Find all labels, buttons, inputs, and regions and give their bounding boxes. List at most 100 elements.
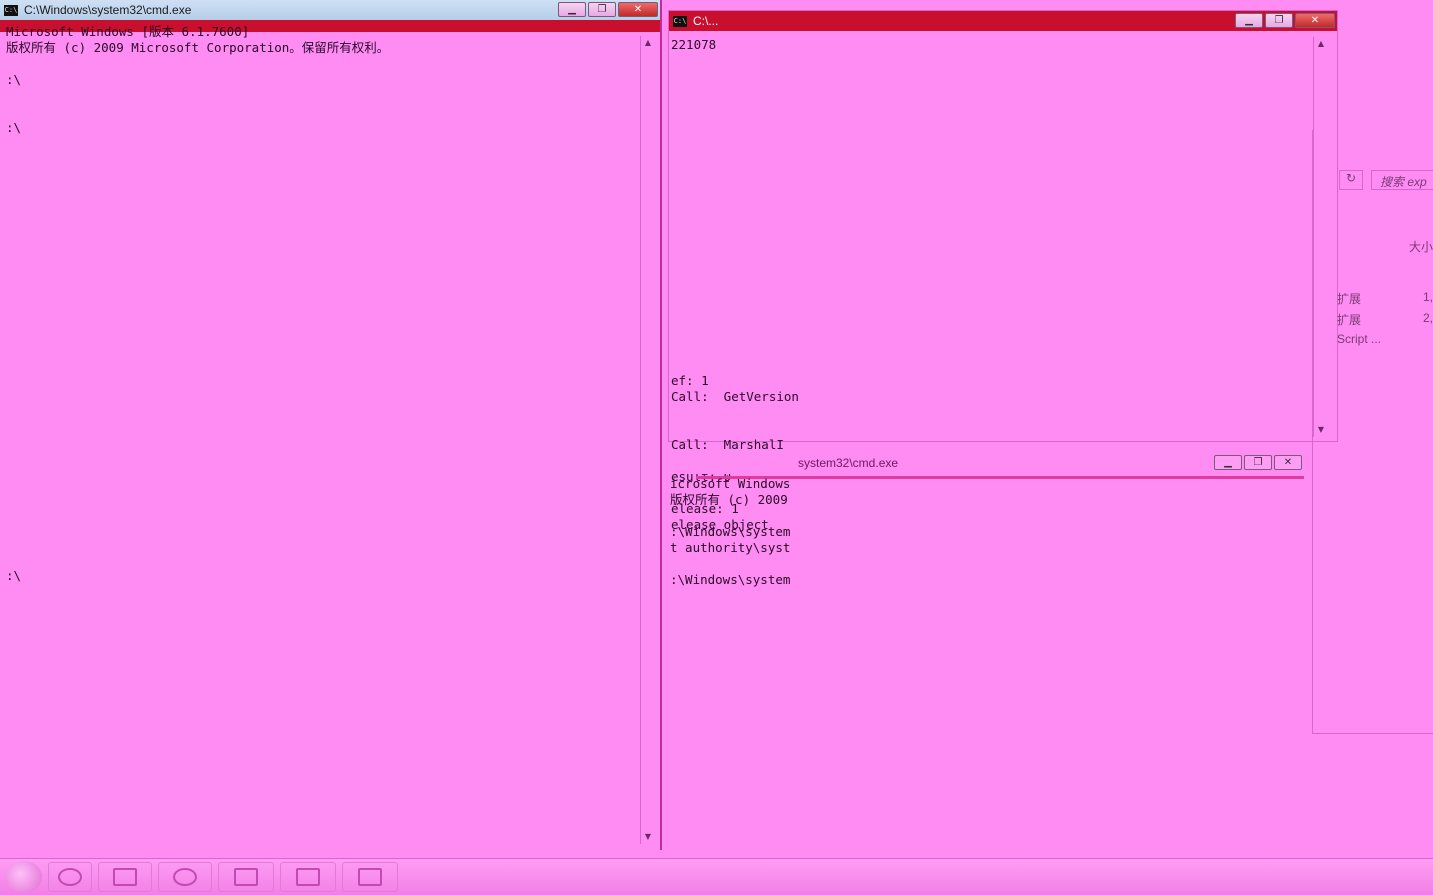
- console-line: :\Windows\system: [670, 524, 791, 539]
- console-output[interactable]: icrosoft Windows 版权所有 (c) 2009 :\Windows\s…: [670, 476, 1290, 846]
- cmd-icon: [234, 868, 258, 886]
- file-list: 扩展 1, 扩展 2, Script ...: [1313, 288, 1433, 351]
- maximize-button[interactable]: ❐: [1244, 455, 1272, 470]
- close-button[interactable]: ✕: [1295, 13, 1335, 28]
- left-cmd-window[interactable]: C:\ C:\Windows\system32\cmd.exe ▁ ❐ ✕ Mi…: [0, 0, 662, 850]
- list-item-size: 1,: [1423, 290, 1433, 304]
- taskbar-ie-button[interactable]: [48, 862, 92, 892]
- search-box[interactable]: 搜索 exp: [1371, 170, 1433, 190]
- taskbar-explorer-button[interactable]: [98, 862, 152, 892]
- console-output[interactable]: Microsoft Windows [版本 6.1.7600] 版权所有 (c) …: [6, 24, 626, 824]
- scroll-down-icon[interactable]: ▼: [641, 830, 655, 844]
- right-bottom-cmd-window[interactable]: system32\cmd.exe ▁ ❐ ✕ icrosoft Windows 版…: [668, 452, 1304, 856]
- taskbar-media-button[interactable]: [158, 862, 212, 892]
- explorer-icon: [113, 868, 137, 886]
- minimize-button[interactable]: ▁: [1214, 455, 1242, 470]
- console-line: icrosoft Windows: [670, 476, 791, 491]
- list-item-size: 2,: [1423, 311, 1433, 325]
- scroll-up-icon[interactable]: ▲: [1314, 37, 1328, 51]
- taskbar-cmd-button-2[interactable]: [280, 862, 336, 892]
- list-item-label: 扩展: [1337, 292, 1362, 306]
- maximize-button[interactable]: ❐: [1265, 13, 1293, 28]
- console-line: Call: GetVersion: [671, 389, 799, 404]
- console-line: 版权所有 (c) 2009: [670, 492, 788, 507]
- list-item[interactable]: 扩展 1,: [1313, 288, 1433, 309]
- refresh-icon[interactable]: ↻: [1339, 170, 1363, 190]
- maximize-button[interactable]: ❐: [588, 2, 616, 17]
- console-line: Microsoft Windows [版本 6.1.7600]: [6, 24, 250, 39]
- right-bottom-cmd-titlebar[interactable]: system32\cmd.exe ▁ ❐ ✕: [668, 452, 1304, 474]
- close-button[interactable]: ✕: [618, 2, 658, 17]
- console-line: Call: MarshalI: [671, 437, 784, 452]
- console-line: :\: [6, 568, 22, 583]
- minimize-button[interactable]: ▁: [558, 2, 586, 17]
- list-item[interactable]: Script ...: [1313, 330, 1433, 351]
- left-cmd-titlebar[interactable]: C:\ C:\Windows\system32\cmd.exe ▁ ❐ ✕: [0, 0, 660, 20]
- explorer-window-fragment[interactable]: 搜索 exp ↻ 大小 扩展 1, 扩展 2, Script ...: [1312, 130, 1433, 734]
- window-title: C:\...: [693, 14, 719, 28]
- console-output[interactable]: 221078 ef: 1 Call: GetVersion Call: Marshal…: [671, 37, 1311, 532]
- console-line: 221078: [671, 37, 717, 52]
- vertical-scrollbar[interactable]: ▲ ▼: [640, 36, 654, 844]
- list-item[interactable]: 扩展 2,: [1313, 309, 1433, 330]
- taskbar-cmd-button-1[interactable]: [218, 862, 274, 892]
- list-item-label: 扩展: [1337, 313, 1362, 327]
- right-top-cmd-titlebar[interactable]: C:\ C:\... ▁ ❐ ✕: [669, 11, 1337, 31]
- console-line: ef: 1: [671, 373, 709, 388]
- console-line: t authority\syst: [670, 540, 791, 555]
- window-title: C:\Windows\system32\cmd.exe: [24, 3, 192, 17]
- taskbar: [0, 858, 1433, 895]
- size-column-header[interactable]: 大小: [1409, 238, 1433, 255]
- taskbar-cmd-button-3[interactable]: [342, 862, 398, 892]
- console-line: :\Windows\system: [670, 572, 791, 587]
- start-orb-icon[interactable]: [6, 861, 42, 893]
- ie-icon: [58, 868, 82, 886]
- scroll-up-icon[interactable]: ▲: [641, 36, 655, 50]
- close-button[interactable]: ✕: [1274, 455, 1302, 470]
- minimize-button[interactable]: ▁: [1235, 13, 1263, 28]
- right-top-cmd-window[interactable]: C:\ C:\... ▁ ❐ ✕ 221078 ef: 1 Call: GetVer…: [668, 10, 1338, 532]
- cmd-icon: C:\: [4, 4, 18, 16]
